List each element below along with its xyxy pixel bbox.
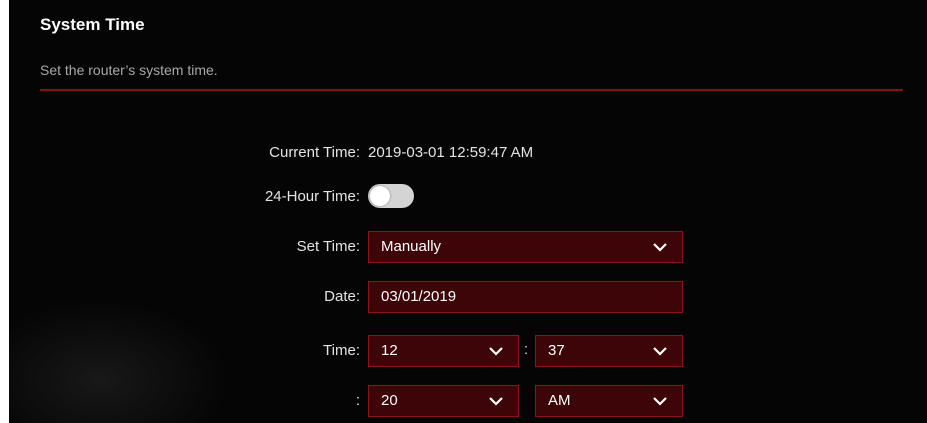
ampm-select[interactable]: AM <box>535 385 683 417</box>
chevron-down-icon <box>653 243 667 252</box>
section-divider <box>40 89 903 91</box>
hour-selected-value: 12 <box>381 342 398 359</box>
section-subtitle: Set the router’s system time. <box>40 62 218 78</box>
toggle-knob <box>370 186 390 206</box>
set-time-selected-value: Manually <box>381 238 442 255</box>
hour24-label: 24-Hour Time: <box>264 188 360 205</box>
current-time-label: Current Time: <box>269 144 360 161</box>
chevron-down-icon <box>653 347 667 356</box>
date-input-value: 03/01/2019 <box>381 288 457 305</box>
date-label: Date: <box>324 288 360 305</box>
chevron-down-icon <box>489 347 503 356</box>
second-selected-value: 20 <box>381 392 398 409</box>
hour24-toggle[interactable] <box>368 184 414 208</box>
second-select[interactable]: 20 <box>368 385 519 417</box>
system-time-panel: System Time Set the router’s system time… <box>9 0 927 423</box>
minute-select[interactable]: 37 <box>535 335 683 367</box>
date-input[interactable]: 03/01/2019 <box>368 281 683 313</box>
chevron-down-icon <box>489 397 503 406</box>
current-time-value: 2019-03-01 12:59:47 AM <box>368 144 534 161</box>
seconds-separator: : <box>355 392 360 409</box>
chevron-down-icon <box>653 397 667 406</box>
time-separator: : <box>524 341 529 358</box>
hour-select[interactable]: 12 <box>368 335 519 367</box>
time-label: Time: <box>323 342 360 359</box>
section-title: System Time <box>40 15 145 34</box>
ampm-selected-value: AM <box>548 392 571 409</box>
set-time-select[interactable]: Manually <box>368 231 683 263</box>
set-time-label: Set Time: <box>296 238 360 255</box>
minute-selected-value: 37 <box>548 342 565 359</box>
